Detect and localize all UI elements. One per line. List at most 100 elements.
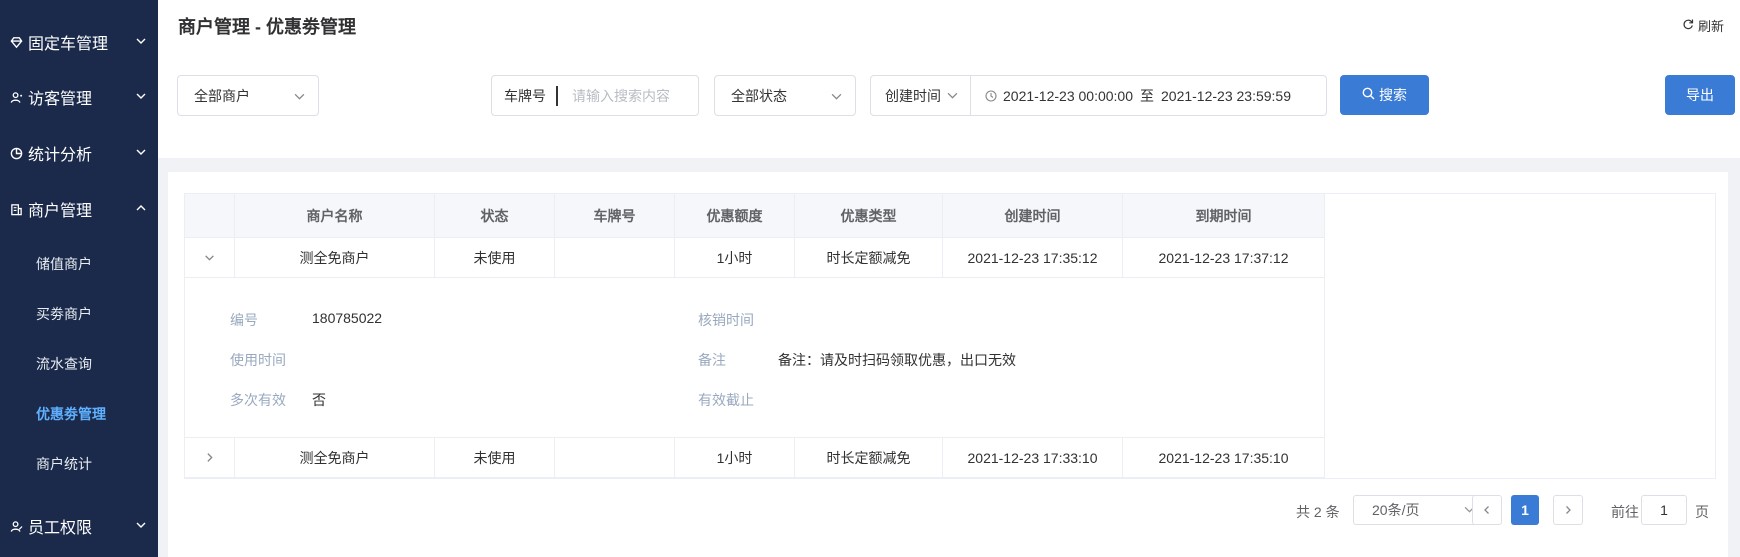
chevron-right-icon bbox=[1563, 502, 1573, 518]
cell-expires: 2021-12-23 17:37:12 bbox=[1123, 238, 1325, 278]
chevron-right-icon bbox=[204, 450, 215, 466]
sidebar-item-merchant-statistics[interactable]: 商户统计 bbox=[36, 452, 92, 476]
page-suffix-label: 页 bbox=[1695, 504, 1709, 520]
chevron-up-icon bbox=[134, 201, 148, 215]
detail-use-time-label: 使用时间 bbox=[230, 352, 286, 368]
plate-search-field: 车牌号 bbox=[491, 75, 699, 116]
date-type-value: 创建时间 bbox=[885, 87, 941, 104]
row-expand-toggle[interactable] bbox=[185, 438, 235, 478]
chevron-down-icon bbox=[829, 89, 843, 103]
goto-label: 前往 bbox=[1611, 504, 1639, 520]
cell-type: 时长定额减免 bbox=[795, 238, 943, 278]
export-button[interactable]: 导出 bbox=[1665, 75, 1735, 115]
pagination-total: 共 2 条 bbox=[1296, 504, 1340, 520]
cell-type: 时长定额减免 bbox=[795, 438, 943, 478]
sidebar-group-statistics[interactable]: 统计分析 bbox=[0, 133, 158, 173]
page-number-current[interactable]: 1 bbox=[1511, 495, 1539, 525]
visitor-icon bbox=[9, 90, 23, 104]
cell-status: 未使用 bbox=[435, 438, 555, 478]
filter-header: 商户管理 - 优惠劵管理 刷新 全部商户 车牌号 全部状态 创建时间 2021-… bbox=[158, 0, 1740, 158]
table-row[interactable]: 测全免商户 未使用 1小时 时长定额减免 2021-12-23 17:35:12… bbox=[185, 238, 1325, 278]
cell-merchant: 测全免商户 bbox=[235, 238, 435, 278]
row-collapse-toggle[interactable] bbox=[185, 238, 235, 278]
status-select[interactable]: 全部状态 bbox=[714, 75, 856, 116]
refresh-button[interactable]: 刷新 bbox=[1682, 16, 1724, 35]
sidebar-group-merchant[interactable]: 商户管理 bbox=[0, 189, 158, 229]
sidebar-item-transaction-query[interactable]: 流水查询 bbox=[36, 352, 92, 376]
plate-label: 车牌号 bbox=[492, 85, 558, 106]
search-label: 搜索 bbox=[1379, 87, 1407, 103]
column-header: 优惠额度 bbox=[675, 194, 795, 238]
cell-created: 2021-12-23 17:33:10 bbox=[943, 438, 1123, 478]
detail-remark-value: 备注：请及时扫码领取优惠，出口无效 bbox=[778, 352, 1016, 368]
page-size-select[interactable]: 20条/页 bbox=[1353, 495, 1484, 525]
chevron-down-icon bbox=[134, 34, 148, 48]
row-expand-detail: 编号 180785022 核销时间 使用时间 备注 备注：请及时扫码领取优惠，出… bbox=[185, 278, 1325, 438]
chevron-down-icon bbox=[134, 145, 148, 159]
date-start-input[interactable]: 2021-12-23 00:00:00 bbox=[1003, 88, 1133, 104]
clock-icon bbox=[985, 89, 997, 102]
status-select-value: 全部状态 bbox=[731, 87, 787, 104]
detail-id-value: 180785022 bbox=[312, 310, 383, 326]
plate-search-input[interactable] bbox=[572, 87, 692, 104]
sidebar-group-label: 统计分析 bbox=[28, 147, 93, 164]
sidebar-group-visitor[interactable]: 访客管理 bbox=[0, 77, 158, 117]
export-label: 导出 bbox=[1686, 87, 1714, 103]
detail-valid-label: 有效截止 bbox=[698, 392, 754, 408]
sidebar-group-label: 访客管理 bbox=[28, 91, 93, 108]
chevron-down-icon bbox=[947, 90, 958, 101]
sidebar-group-label: 固定车管理 bbox=[28, 36, 109, 53]
detail-multi-label: 多次有效 bbox=[230, 392, 286, 408]
column-header: 到期时间 bbox=[1123, 194, 1325, 238]
chevron-down-icon bbox=[134, 89, 148, 103]
sidebar-item-coupon-merchant[interactable]: 买劵商户 bbox=[36, 302, 92, 326]
diamond-icon bbox=[9, 35, 23, 49]
cell-amount: 1小时 bbox=[675, 438, 795, 478]
cell-plate bbox=[555, 438, 675, 478]
date-type-select[interactable]: 创建时间 bbox=[870, 75, 971, 116]
chevron-down-icon bbox=[292, 89, 306, 103]
prev-page-button[interactable] bbox=[1472, 495, 1502, 525]
detail-remark-label: 备注 bbox=[698, 352, 726, 368]
sidebar-item-coupon-management[interactable]: 优惠劵管理 bbox=[36, 402, 106, 426]
chevron-down-icon bbox=[134, 518, 148, 532]
cell-status: 未使用 bbox=[435, 238, 555, 278]
date-range-picker[interactable]: 2021-12-23 00:00:00 至 2021-12-23 23:59:5… bbox=[970, 75, 1327, 116]
sidebar-group-fixed-car[interactable]: 固定车管理 bbox=[0, 22, 158, 62]
column-header: 创建时间 bbox=[943, 194, 1123, 238]
content-panel: 商户名称 状态 车牌号 优惠额度 优惠类型 创建时间 到期时间 测全免商户 未使… bbox=[168, 172, 1728, 557]
next-page-button[interactable] bbox=[1553, 495, 1583, 525]
sidebar-group-label: 员工权限 bbox=[28, 520, 93, 537]
merchant-select[interactable]: 全部商户 bbox=[177, 75, 319, 116]
coupon-table: 商户名称 状态 车牌号 优惠额度 优惠类型 创建时间 到期时间 测全免商户 未使… bbox=[184, 193, 1716, 479]
sidebar-group-label: 商户管理 bbox=[28, 203, 93, 220]
search-button[interactable]: 搜索 bbox=[1340, 75, 1429, 115]
pie-chart-icon bbox=[9, 146, 23, 160]
staff-icon bbox=[9, 519, 23, 533]
date-separator: 至 bbox=[1140, 87, 1154, 104]
column-header: 车牌号 bbox=[555, 194, 675, 238]
pagination: 共 2 条 20条/页 1 前往 页 bbox=[168, 495, 1728, 527]
page-size-value: 20条/页 bbox=[1372, 502, 1420, 518]
building-icon bbox=[9, 202, 23, 216]
column-header: 状态 bbox=[435, 194, 555, 238]
search-icon bbox=[1362, 87, 1375, 103]
cell-amount: 1小时 bbox=[675, 238, 795, 278]
page-title: 商户管理 - 优惠劵管理 bbox=[178, 17, 356, 37]
sidebar-item-stored-value-merchant[interactable]: 储值商户 bbox=[36, 252, 92, 276]
date-end-input[interactable]: 2021-12-23 23:59:59 bbox=[1161, 88, 1291, 104]
cell-created: 2021-12-23 17:35:12 bbox=[943, 238, 1123, 278]
detail-verify-label: 核销时间 bbox=[698, 312, 754, 328]
detail-id-label: 编号 bbox=[230, 312, 258, 328]
detail-multi-value: 否 bbox=[312, 392, 326, 408]
goto-page-input[interactable] bbox=[1641, 495, 1687, 525]
chevron-left-icon bbox=[1482, 502, 1492, 518]
refresh-label: 刷新 bbox=[1697, 19, 1724, 34]
table-row[interactable]: 测全免商户 未使用 1小时 时长定额减免 2021-12-23 17:33:10… bbox=[185, 438, 1325, 478]
cell-expires: 2021-12-23 17:35:10 bbox=[1123, 438, 1325, 478]
cell-plate bbox=[555, 238, 675, 278]
sidebar: 固定车管理 访客管理 统计分析 商户管理 储值商户 买劵商户 流水查询 优惠劵管… bbox=[0, 0, 158, 557]
table-header: 商户名称 状态 车牌号 优惠额度 优惠类型 创建时间 到期时间 bbox=[185, 194, 1325, 238]
sidebar-group-staff-permissions[interactable]: 员工权限 bbox=[0, 506, 158, 546]
column-header: 商户名称 bbox=[235, 194, 435, 238]
